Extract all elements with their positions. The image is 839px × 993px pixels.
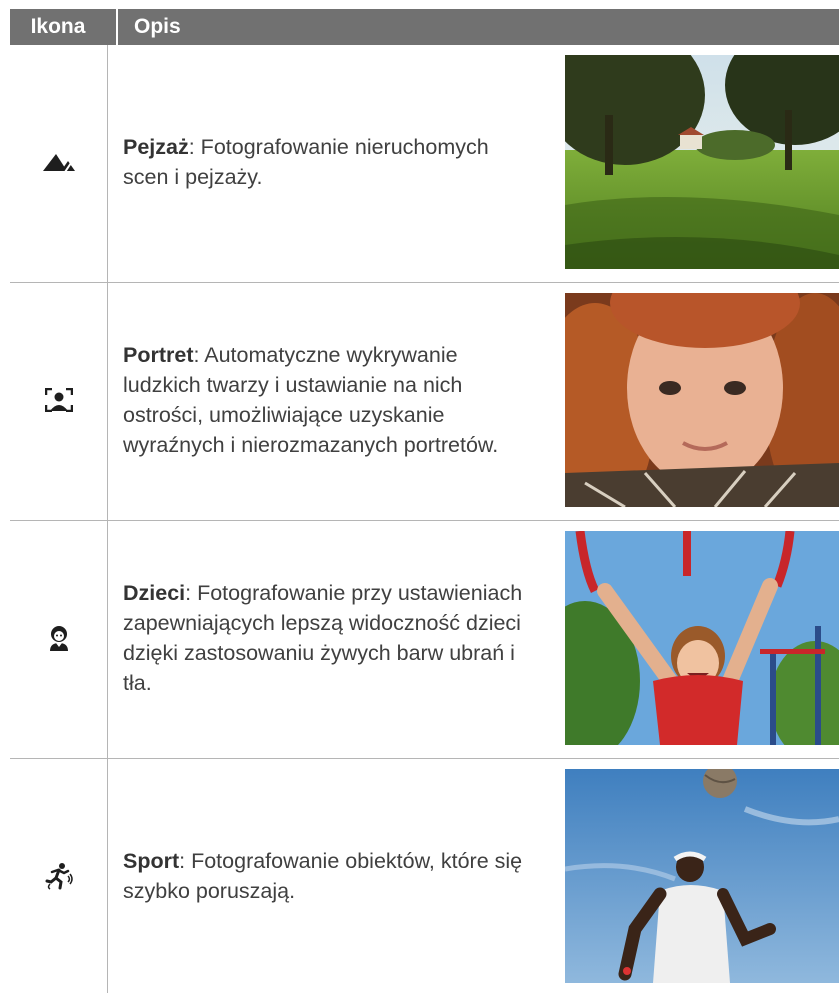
table-header: Ikona Opis	[10, 9, 839, 45]
mode-name: Sport	[123, 849, 180, 873]
children-example-photo	[565, 531, 839, 745]
sport-runner-icon	[10, 769, 107, 983]
row-description: Pejzaż: Fotografowanie nieruchomych scen…	[123, 55, 523, 269]
column-header-icon: Ikona	[30, 15, 86, 38]
column-divider	[107, 45, 108, 993]
sport-example-photo	[565, 769, 839, 983]
mode-name: Pejzaż	[123, 135, 189, 159]
portrait-example-photo	[565, 293, 839, 507]
mode-name: Dzieci	[123, 581, 186, 605]
row-divider	[10, 758, 839, 759]
portrait-face-detect-icon	[10, 293, 107, 507]
row-description: Portret: Automatyczne wykrywanie ludzkic…	[123, 293, 523, 507]
row-description: Sport: Fotografowanie obiektów, które si…	[123, 769, 523, 983]
mode-description: : Fotografowanie obiektów, które się szy…	[123, 849, 523, 903]
row-divider	[10, 282, 839, 283]
header-divider	[116, 9, 118, 45]
column-header-description: Opis	[134, 15, 181, 38]
row-description: Dzieci: Fotografowanie przy ustawieniach…	[123, 531, 523, 745]
landscape-icon	[10, 55, 107, 269]
mode-name: Portret	[123, 343, 194, 367]
landscape-example-photo	[565, 55, 839, 269]
children-icon	[10, 531, 107, 745]
row-divider	[10, 520, 839, 521]
